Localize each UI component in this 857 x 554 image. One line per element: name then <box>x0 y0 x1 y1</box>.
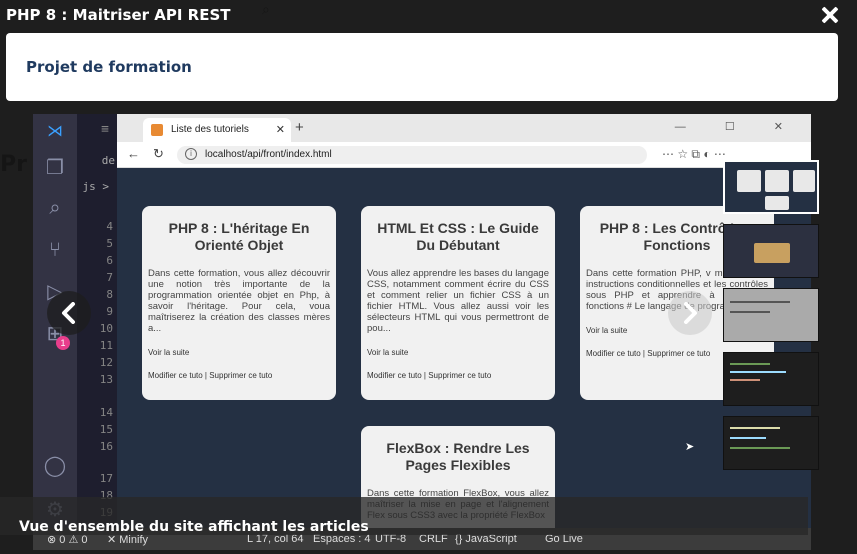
card-text: Dans cette formation, vous allez découvr… <box>148 268 330 334</box>
line-number: 16 <box>99 440 113 453</box>
editor-tab-hint: de <box>101 154 115 167</box>
browser-address-bar: ← ↻ i localhost/api/front/index.html ⋯ ☆… <box>117 142 811 168</box>
chevron-left-icon <box>62 302 75 324</box>
thumbnail-4[interactable] <box>723 352 819 406</box>
search-icon: ⌕ <box>49 197 61 219</box>
thumb-line <box>730 437 766 439</box>
card-title: PHP 8 : L'héritage En Orienté Objet <box>168 220 310 253</box>
vscode-gutter: ≡ de js > 45678910111213141516171819 <box>77 114 117 550</box>
browser-tab: Liste des tutoriels ✕ <box>143 118 291 142</box>
vscode-logo-icon: ⋊ <box>47 123 63 140</box>
source-control-icon: ⑂ <box>49 239 61 261</box>
thumb-form <box>754 243 790 263</box>
card-more-link: Voir la suite <box>148 348 190 357</box>
reload-icon: ↻ <box>153 146 164 161</box>
thumb-line <box>730 311 770 313</box>
mouse-cursor-icon: ➤ <box>685 441 695 453</box>
modal-header-card: Projet de formation <box>6 33 838 101</box>
line-number: 12 <box>99 356 113 369</box>
tutorial-card: HTML Et CSS : Le Guide Du Débutant Vous … <box>361 206 555 400</box>
line-number: 7 <box>106 271 113 284</box>
tab-close-icon: ✕ <box>275 124 285 136</box>
url-text: localhost/api/front/index.html <box>205 149 332 160</box>
card-text: Vous allez apprendre les bases du langag… <box>367 268 549 334</box>
line-number: 4 <box>106 220 113 233</box>
prev-slide-button[interactable] <box>47 291 91 335</box>
thumb-line <box>730 301 790 303</box>
thumb-line <box>730 447 790 449</box>
thumb-line <box>730 427 780 429</box>
thumbnail-5[interactable] <box>723 416 819 470</box>
line-number: 5 <box>106 237 113 250</box>
account-icon: ◯ <box>43 455 67 477</box>
slide-caption: Vue d'ensemble du site affichant les art… <box>19 519 369 535</box>
info-icon: i <box>185 148 197 160</box>
close-icon[interactable] <box>819 4 841 26</box>
line-number: 9 <box>106 305 113 318</box>
thumb-line <box>730 371 786 373</box>
line-number: 11 <box>99 339 113 352</box>
next-slide-button[interactable] <box>668 291 712 335</box>
card-title: FlexBox : Rendre Les Pages Flexibles <box>386 440 530 473</box>
url-field: i localhost/api/front/index.html <box>177 146 647 164</box>
line-number: 17 <box>99 472 113 485</box>
card-actions: Modifier ce tuto | Supprimer ce tuto <box>367 371 492 380</box>
window-controls: — ☐ ✕ <box>674 121 801 133</box>
line-number: 13 <box>99 373 113 386</box>
line-number: 10 <box>99 322 113 335</box>
browser-toolbar-icons: ⋯ ☆ ⧉ ◐ ⋯ <box>662 147 726 161</box>
browser-tabbar: Liste des tutoriels ✕ + — ☐ ✕ <box>117 114 811 142</box>
browser-viewport: PHP 8 : L'héritage En Orienté Objet Dans… <box>117 168 811 528</box>
card-actions: Modifier ce tuto | Supprimer ce tuto <box>148 371 273 380</box>
line-number: 15 <box>99 423 113 436</box>
chevron-right-icon <box>684 302 697 324</box>
thumb-card <box>793 170 815 192</box>
card-title: HTML Et CSS : Le Guide Du Débutant <box>377 220 539 253</box>
line-number: 8 <box>106 288 113 301</box>
thumb-card <box>765 196 789 210</box>
tab-favicon-icon <box>151 124 163 136</box>
thumb-line <box>730 379 760 381</box>
tab-title: Liste des tutoriels <box>171 124 249 135</box>
back-arrow-icon: ← <box>127 146 140 161</box>
thumb-line <box>730 363 770 365</box>
thumb-card <box>765 170 789 192</box>
project-label: Projet de formation <box>26 58 192 76</box>
explorer-icon: ❐ <box>46 157 64 179</box>
modal-title: PHP 8 : Maitriser API REST <box>6 6 231 24</box>
thumb-card <box>737 170 761 192</box>
extensions-badge: 1 <box>56 336 70 350</box>
menu-icon: ≡ <box>101 122 109 137</box>
new-tab-icon: + <box>295 119 304 136</box>
line-number: 6 <box>106 254 113 267</box>
thumbnail-1[interactable] <box>723 160 819 214</box>
card-more-link: Voir la suite <box>367 348 409 357</box>
thumbnail-2[interactable] <box>723 224 819 278</box>
thumbnail-3[interactable] <box>723 288 819 342</box>
line-number: 14 <box>99 406 113 419</box>
editor-breadcrumb: js > <box>82 180 110 193</box>
tutorial-card: PHP 8 : L'héritage En Orienté Objet Dans… <box>142 206 336 400</box>
